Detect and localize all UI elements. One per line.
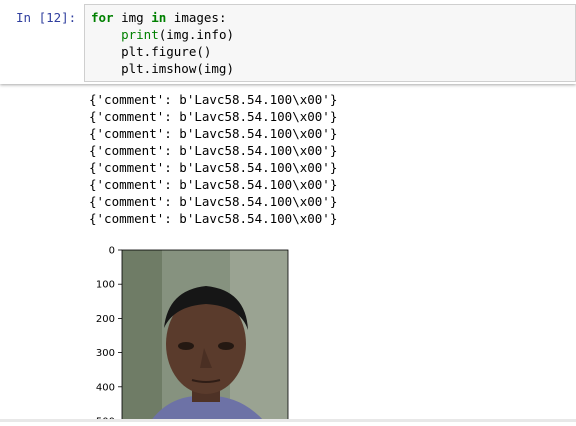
y-axis: 0100200300400500 xyxy=(96,246,122,426)
face-image xyxy=(122,250,288,422)
code-token: (img.info) xyxy=(158,27,235,42)
output-line: {'comment': b'Lavc58.54.100\x00'} xyxy=(89,143,338,158)
code-text[interactable]: for img in images: print(img.info) plt.f… xyxy=(91,9,234,77)
code-editor[interactable]: for img in images: print(img.info) plt.f… xyxy=(84,4,576,82)
output-area: {'comment': b'Lavc58.54.100\x00'} {'comme… xyxy=(89,91,337,227)
output-line: {'comment': b'Lavc58.54.100\x00'} xyxy=(89,177,338,192)
code-cell[interactable]: In [12]: for img in images: print(img.in… xyxy=(0,0,576,84)
output-line: {'comment': b'Lavc58.54.100\x00'} xyxy=(89,211,338,226)
imshow-plot: 0100200300400500 xyxy=(80,236,320,426)
y-tick-label: 300 xyxy=(96,348,115,359)
code-line: print(img.info) xyxy=(91,27,234,42)
code-token: for xyxy=(91,10,114,25)
code-token: in xyxy=(151,10,167,25)
output-line: {'comment': b'Lavc58.54.100\x00'} xyxy=(89,194,338,209)
code-line: plt.imshow(img) xyxy=(91,61,234,76)
code-token: plt.figure() xyxy=(91,44,212,59)
code-line: plt.figure() xyxy=(91,44,211,59)
code-token: images: xyxy=(166,10,227,25)
output-line: {'comment': b'Lavc58.54.100\x00'} xyxy=(89,126,338,141)
output-line: {'comment': b'Lavc58.54.100\x00'} xyxy=(89,160,338,175)
plot-svg: 0100200300400500 xyxy=(96,246,289,426)
y-tick-label: 200 xyxy=(96,314,115,325)
code-token: print xyxy=(121,27,159,42)
y-tick-label: 100 xyxy=(96,280,115,291)
y-tick-label: 0 xyxy=(109,246,115,257)
y-tick-label: 400 xyxy=(96,382,115,393)
code-token: plt.imshow(img) xyxy=(91,61,234,76)
output-line: {'comment': b'Lavc58.54.100\x00'} xyxy=(89,109,338,124)
input-prompt: In [12]: xyxy=(16,10,77,25)
code-token: img xyxy=(113,10,152,25)
output-line: {'comment': b'Lavc58.54.100\x00'} xyxy=(89,92,338,107)
code-line: for img in images: xyxy=(91,10,227,25)
